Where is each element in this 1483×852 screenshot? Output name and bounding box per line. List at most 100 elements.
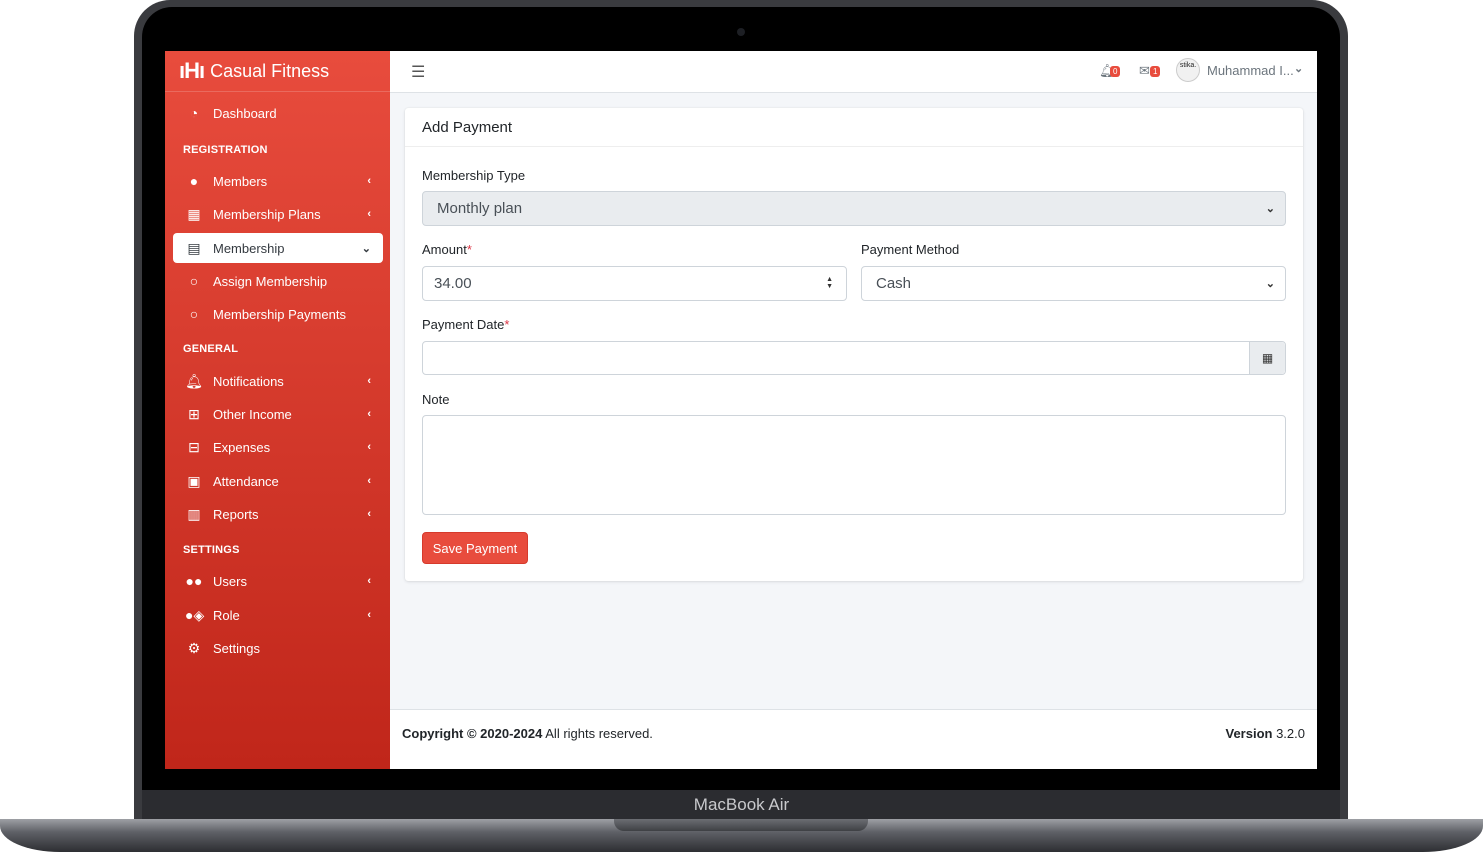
copyright-bold: Copyright © 2020-2024 [402,726,543,741]
calendar-button[interactable]: ▦ [1249,342,1285,374]
note-label: Note [422,392,450,407]
sidebar-item-label: Membership [213,240,285,256]
payment-method-value: Cash [876,275,912,292]
payment-method-label: Payment Method [861,242,960,257]
card-divider [405,146,1303,147]
copyright-rest: All rights reserved. [545,726,653,741]
tachometer-icon: ◔ [189,105,199,121]
sidebar-item-other-income[interactable]: ⊞ Other Income ‹ [173,399,383,429]
sidebar-item-membership-payments[interactable]: ○ Membership Payments [173,299,383,329]
sidebar-item-assign-membership[interactable]: ○ Assign Membership [173,266,383,296]
barbell-logo-icon: ıHı [179,58,205,83]
required-mark: * [504,317,510,332]
copyright: Copyright © 2020-2024 All rights reserve… [402,726,653,741]
membership-type-label: Membership Type [422,168,526,183]
payment-method-select[interactable]: Cash ⌄ [861,266,1286,301]
membership-type-select[interactable]: Monthly plan ⌄ [422,191,1286,226]
version-value: 3.2.0 [1276,726,1305,741]
required-mark: * [466,242,472,257]
chevron-left-icon: ‹ [367,508,371,520]
version: Version 3.2.0 [1225,726,1305,741]
plus-square-icon: ⊞ [188,405,200,422]
sidebar-item-settings[interactable]: ⚙︎ Settings [173,633,383,663]
file-icon: ▤ [187,239,201,256]
sidebar-item-notifications[interactable]: 🔔︎ Notifications ‹ [173,366,383,396]
sidebar-item-label: Users [213,573,247,589]
avatar[interactable]: stika. [1176,58,1200,82]
top-navbar: ☰ 🔔︎ 0 ✉︎ 1 stika. Muhammad I... ⌄ [390,51,1317,93]
spinner-arrows-icon[interactable]: ▲ ▼ [826,276,833,290]
sidebar-item-label: Dashboard [213,105,277,121]
chevron-left-icon: ‹ [367,208,371,220]
envelope-icon[interactable]: ✉︎ [1139,63,1150,79]
amount-input[interactable]: 34.00 ▲ ▼ [422,266,847,301]
sidebar-item-label: Expenses [213,439,271,455]
avatar-text: stika. [1179,62,1197,69]
sidebar-item-label: Reports [213,506,259,522]
chevron-down-icon[interactable]: ⌄ [1294,62,1303,75]
brand-link[interactable]: ıHı Casual Fitness [165,51,390,92]
payment-date-label: Payment Date* [422,317,509,332]
user-shield-icon: ●◈ [185,606,205,623]
sidebar-item-membership[interactable]: ▤ Membership ⌄ [173,233,383,263]
menu-toggle-icon[interactable]: ☰ [411,62,425,82]
save-payment-button[interactable]: Save Payment [422,532,528,564]
sidebar-item-expenses[interactable]: ⊟ Expenses ‹ [173,432,383,462]
laptop-notch [614,819,868,831]
sidebar-item-attendance[interactable]: ▣ Attendance ‹ [173,466,383,496]
sidebar-item-label: Members [213,173,268,189]
sidebar-item-members[interactable]: ● Members ‹ [173,166,383,196]
chevron-left-icon: ‹ [367,475,371,487]
chevron-down-icon: ⌄ [1265,203,1275,215]
sidebar-item-label: Assign Membership [213,273,328,289]
sidebar-item-label: Role [213,607,240,623]
minus-square-icon: ⊟ [188,438,200,455]
message-count-badge: 1 [1150,66,1161,77]
chevron-left-icon: ‹ [367,575,371,587]
sidebar-item-label: Notifications [213,373,284,389]
footer: Copyright © 2020-2024 All rights reserve… [390,709,1317,769]
circle-icon: ○ [189,273,199,289]
user-name[interactable]: Muhammad I... [1207,63,1294,78]
user-icon: ● [189,173,199,189]
sidebar-item-reports[interactable]: ▥ Reports ‹ [173,499,383,529]
amount-label-text: Amount [422,242,467,257]
chevron-left-icon: ‹ [367,441,371,453]
notification-count-badge: 0 [1110,66,1121,77]
sidebar-item-dashboard[interactable]: ◔ Dashboard [173,98,383,128]
note-textarea[interactable] [422,415,1286,515]
sidebar-item-label: Membership Payments [213,306,346,322]
camera-icon [737,28,745,36]
card-title: Add Payment [422,119,513,136]
circle-icon: ○ [189,306,199,322]
chevron-left-icon: ‹ [367,408,371,420]
sidebar-item-label: Other Income [213,406,292,422]
membership-type-value: Monthly plan [437,200,523,217]
address-book-icon: ▣ [187,472,201,489]
add-payment-card: Add Payment Membership Type Monthly plan… [405,108,1303,581]
payment-date-input[interactable]: ▦ [422,341,1286,375]
sidebar-item-membership-plans[interactable]: ▦ Membership Plans ‹ [173,199,383,229]
chevron-left-icon: ‹ [367,609,371,621]
sidebar-item-users[interactable]: ●● Users ‹ [173,566,383,596]
sidebar-item-label: Membership Plans [213,206,321,222]
bar-chart-icon: ▥ [187,505,201,522]
version-label: Version [1225,726,1273,741]
amount-label: Amount* [422,242,472,257]
chevron-down-icon: ⌄ [361,242,371,255]
calendar-icon: ▦ [187,205,201,222]
section-header-settings: SETTINGS [183,544,240,556]
gears-icon: ⚙︎ [187,639,201,656]
section-header-registration: REGISTRATION [183,144,268,156]
chevron-left-icon: ‹ [367,375,371,387]
sidebar-item-label: Settings [213,640,260,656]
calendar-icon: ▦ [1261,351,1274,365]
sidebar-item-role[interactable]: ●◈ Role ‹ [173,600,383,630]
chevron-left-icon: ‹ [367,175,371,187]
app-name: Casual Fitness [210,60,330,81]
sidebar-item-label: Attendance [213,473,279,489]
amount-value: 34.00 [434,275,472,292]
device-label: MacBook Air [693,795,790,814]
users-icon: ●● [185,573,203,589]
payment-date-label-text: Payment Date [422,317,505,332]
